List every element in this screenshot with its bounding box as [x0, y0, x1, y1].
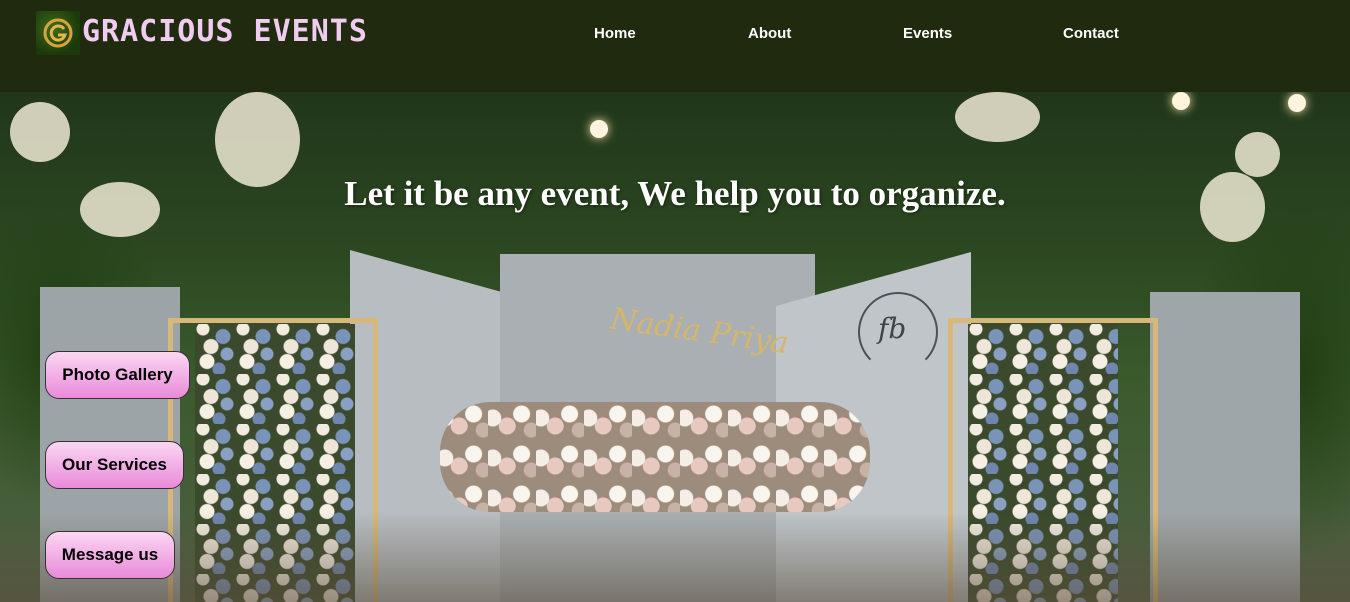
- ground-decor: [0, 512, 1350, 602]
- string-light: [1288, 94, 1306, 112]
- our-services-button[interactable]: Our Services: [45, 441, 184, 489]
- message-us-button[interactable]: Message us: [45, 531, 175, 579]
- florist-logo-text: fb: [878, 312, 907, 345]
- flower-bloom: [10, 102, 70, 162]
- flower-bloom: [215, 92, 300, 187]
- flower-bloom: [1235, 132, 1280, 177]
- g-logo-icon[interactable]: [36, 11, 80, 55]
- string-light: [1172, 92, 1190, 110]
- florist-logo: fb: [858, 292, 938, 372]
- hero-section: Nadia Priya fb Let it be any event, We h…: [0, 92, 1350, 602]
- nav-about-link[interactable]: About: [748, 25, 791, 42]
- hero-headline: Let it be any event, We help you to orga…: [344, 174, 1006, 213]
- photo-gallery-button[interactable]: Photo Gallery: [45, 351, 190, 399]
- nav-contact-link[interactable]: Contact: [1063, 25, 1119, 42]
- nav-events-link[interactable]: Events: [903, 25, 952, 42]
- flower-garland: [440, 402, 870, 512]
- flower-bloom: [955, 92, 1040, 142]
- string-light: [590, 120, 608, 138]
- brand-name[interactable]: GRACIOUS EVENTS: [82, 14, 368, 49]
- top-navbar: GRACIOUS EVENTS Home About Events Contac…: [0, 0, 1350, 92]
- nav-home-link[interactable]: Home: [594, 25, 636, 42]
